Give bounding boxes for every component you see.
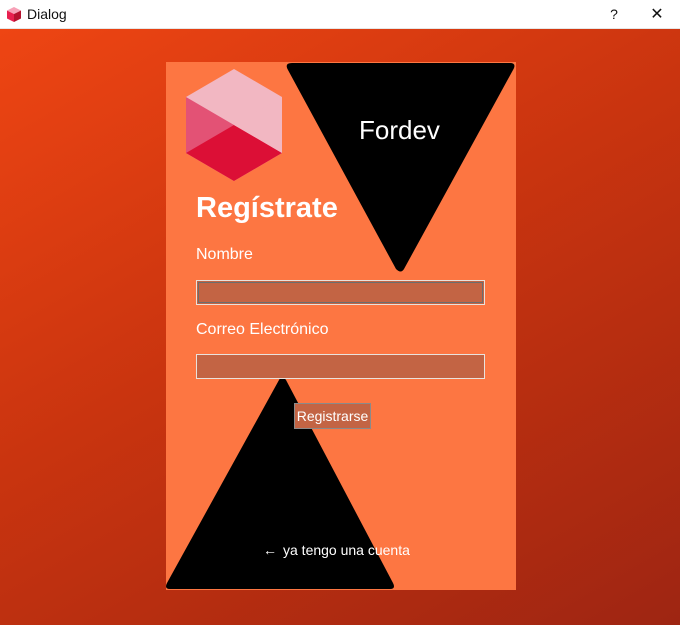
window-title: Dialog bbox=[27, 6, 67, 22]
name-label: Nombre bbox=[196, 246, 253, 263]
close-button[interactable]: ✕ bbox=[640, 0, 674, 29]
brand-name: Fordev bbox=[359, 115, 440, 145]
hexagon-cube-logo-icon bbox=[186, 69, 282, 181]
email-label: Correo Electrónico bbox=[196, 321, 329, 338]
top-triangle bbox=[286, 63, 515, 272]
email-input[interactable] bbox=[196, 354, 485, 379]
name-input[interactable] bbox=[196, 280, 485, 305]
arrow-left-icon: ← bbox=[263, 542, 277, 558]
login-link[interactable]: ← ya tengo una cuenta bbox=[263, 542, 410, 558]
title-bar: Dialog ? ✕ bbox=[0, 0, 680, 29]
app-icon bbox=[7, 7, 21, 22]
register-card: Fordev Regístrate Nombre Correo Electrón… bbox=[166, 62, 516, 590]
page-title: Regístrate bbox=[196, 192, 338, 224]
register-button[interactable]: Registrarse bbox=[294, 403, 371, 429]
login-link-label: ya tengo una cuenta bbox=[283, 542, 410, 558]
help-button[interactable]: ? bbox=[602, 0, 626, 29]
